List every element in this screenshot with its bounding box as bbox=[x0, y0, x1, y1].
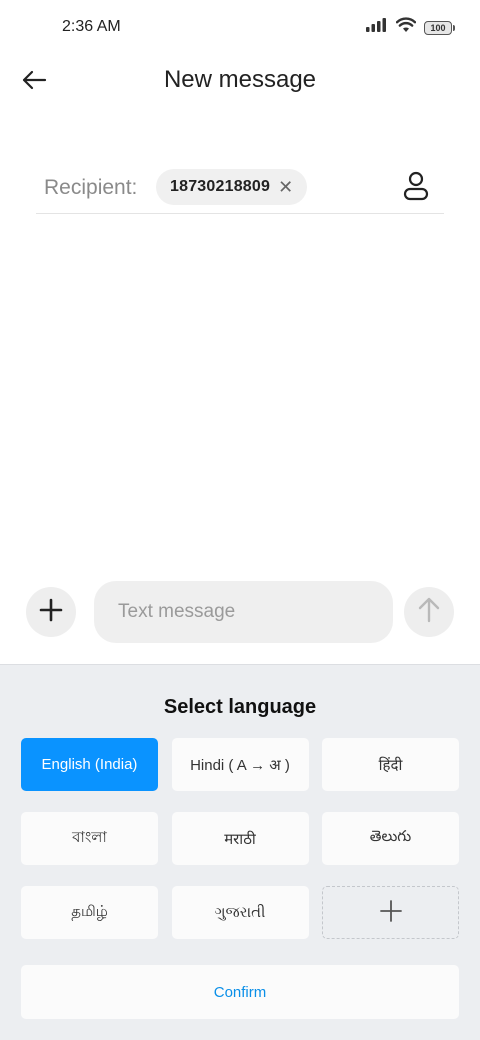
message-input[interactable] bbox=[94, 581, 393, 643]
language-grid: English (India) Hindi ( A → अ ) हिंदी বা… bbox=[21, 738, 459, 939]
language-option-telugu[interactable]: తెలుగు bbox=[322, 812, 459, 865]
attach-button[interactable] bbox=[26, 587, 76, 637]
arrow-up-icon bbox=[417, 597, 441, 628]
language-option-marathi[interactable]: मराठी bbox=[171, 812, 309, 865]
contact-picker-button[interactable] bbox=[400, 170, 432, 206]
language-panel: Select language English (India) Hindi ( … bbox=[0, 664, 480, 1040]
header: New message bbox=[0, 56, 480, 108]
language-option-bengali[interactable]: বাংলা bbox=[21, 812, 158, 865]
compose-row bbox=[0, 580, 480, 644]
language-option-gujarati[interactable]: ગુજરાતી bbox=[171, 886, 309, 939]
page-title: New message bbox=[163, 66, 317, 93]
wifi-icon bbox=[395, 17, 417, 38]
status-bar: 2:36 AM 100 bbox=[0, 0, 480, 56]
recipient-chip[interactable]: 18730218809 ✕ bbox=[156, 169, 308, 205]
plus-icon bbox=[39, 598, 63, 627]
recipient-row: Recipient: 18730218809 ✕ bbox=[36, 164, 444, 214]
status-time: 2:36 AM bbox=[62, 18, 121, 35]
person-icon bbox=[403, 171, 429, 206]
battery-icon: 100 bbox=[424, 20, 455, 35]
status-icons: 100 bbox=[366, 17, 455, 38]
language-option-english-india[interactable]: English (India) bbox=[21, 738, 158, 791]
recipient-label: Recipient: bbox=[44, 176, 138, 199]
language-option-hindi-transliteration[interactable]: Hindi ( A → अ ) bbox=[171, 738, 309, 791]
signal-icon bbox=[366, 18, 388, 37]
confirm-button[interactable]: Confirm bbox=[21, 965, 459, 1019]
close-icon[interactable]: ✕ bbox=[278, 178, 293, 196]
add-language-button[interactable] bbox=[322, 886, 459, 939]
send-button[interactable] bbox=[404, 587, 454, 637]
recipient-chip-text: 18730218809 bbox=[170, 178, 271, 195]
language-option-tamil[interactable]: தமிழ் bbox=[21, 886, 158, 939]
battery-level: 100 bbox=[430, 22, 446, 33]
plus-icon bbox=[379, 899, 403, 927]
language-panel-title: Select language bbox=[163, 696, 317, 718]
language-option-hindi[interactable]: हिंदी bbox=[322, 738, 459, 791]
